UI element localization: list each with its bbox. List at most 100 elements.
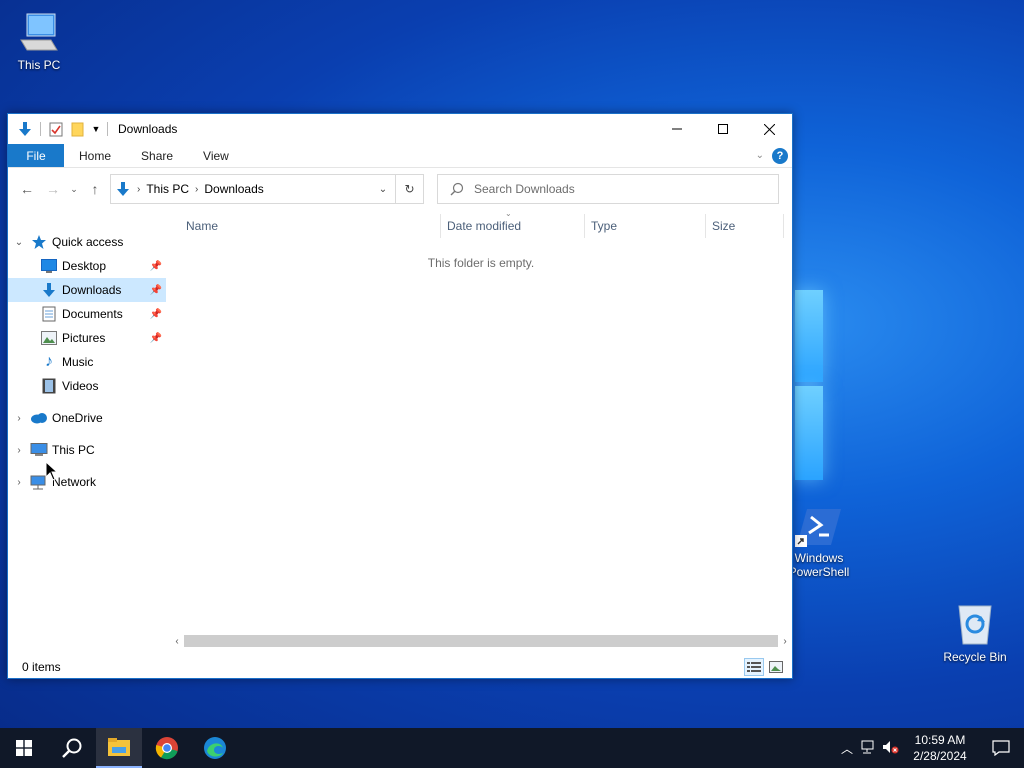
chevron-expanded-icon[interactable]: ⌄ <box>8 237 30 248</box>
windows-start-icon <box>16 740 32 756</box>
pin-icon: 📌 <box>149 284 162 296</box>
breadcrumb-separator[interactable]: › <box>195 184 198 195</box>
star-icon <box>30 234 48 250</box>
tree-item-label: Pictures <box>62 331 106 345</box>
pin-icon: 📌 <box>149 332 162 344</box>
expand-ribbon-button[interactable]: ⌄ <box>756 150 764 161</box>
music-icon: ♪ <box>45 353 53 370</box>
breadcrumb-separator[interactable]: › <box>137 184 140 195</box>
download-arrow-icon <box>40 282 58 298</box>
ribbon-tab-file[interactable]: File <box>8 144 64 167</box>
scroll-left-button[interactable]: ‹ <box>170 636 184 647</box>
ribbon-tab-home[interactable]: Home <box>64 144 126 167</box>
desktop-icon <box>40 258 58 274</box>
tree-item-onedrive[interactable]: › OneDrive <box>8 406 166 430</box>
tree-item-label: Quick access <box>52 235 124 249</box>
ribbon-tab-view[interactable]: View <box>188 144 244 167</box>
file-explorer-icon <box>108 738 130 756</box>
scrollbar-thumb[interactable] <box>184 635 778 647</box>
column-header-name[interactable]: Name <box>166 214 441 238</box>
pin-icon: 📌 <box>149 308 162 320</box>
maximize-button[interactable] <box>700 114 746 144</box>
tree-item-label: Documents <box>62 307 123 321</box>
quick-access-new-folder-button[interactable] <box>67 118 89 140</box>
taskbar-file-explorer[interactable] <box>96 728 142 768</box>
large-icons-view-icon <box>769 661 783 673</box>
powershell-icon <box>795 509 841 547</box>
forward-button[interactable]: → <box>40 175 66 203</box>
search-box[interactable] <box>437 174 779 204</box>
video-icon <box>40 378 58 394</box>
start-button[interactable] <box>0 728 48 768</box>
show-hidden-icons-button[interactable]: ︿ <box>836 740 858 757</box>
back-button[interactable]: ← <box>14 175 40 203</box>
tree-item-music[interactable]: ♪ Music <box>8 350 166 374</box>
arrow-left-icon: ← <box>20 181 34 197</box>
ribbon-tab-share[interactable]: Share <box>126 144 188 167</box>
tree-item-quick-access[interactable]: ⌄ Quick access <box>8 230 166 254</box>
refresh-button[interactable]: ↻ <box>396 174 424 204</box>
network-status-icon[interactable] <box>858 740 880 757</box>
tree-item-this-pc[interactable]: › This PC <box>8 438 166 462</box>
chevron-up-icon: ︿ <box>840 741 853 756</box>
sort-indicator-icon: ⌄ <box>505 209 512 218</box>
quick-access-properties-button[interactable] <box>45 118 67 140</box>
tree-item-downloads[interactable]: Downloads 📌 <box>8 278 166 302</box>
address-bar[interactable]: › This PC › Downloads ⌄ <box>110 174 396 204</box>
tree-item-label: Downloads <box>62 283 122 297</box>
help-icon[interactable]: ? <box>772 147 788 164</box>
column-header-size[interactable]: Size <box>706 214 784 238</box>
arrow-right-icon: → <box>46 181 60 197</box>
tree-item-desktop[interactable]: Desktop 📌 <box>8 254 166 278</box>
column-header-type[interactable]: Type <box>585 214 706 238</box>
taskbar-chrome[interactable] <box>142 728 192 768</box>
recent-locations-button[interactable]: ⌄ <box>66 175 82 203</box>
clock[interactable]: 10:59 AM 2/28/2024 <box>902 732 978 764</box>
up-button[interactable]: ↑ <box>82 175 108 203</box>
tree-item-network[interactable]: › Network <box>8 470 166 494</box>
onedrive-icon <box>30 410 48 426</box>
item-count: 0 items <box>22 660 61 674</box>
chrome-icon <box>155 737 178 760</box>
tree-item-pictures[interactable]: Pictures 📌 <box>8 326 166 350</box>
ribbon-tabs: File Home Share View ⌄ ? <box>8 144 792 168</box>
breadcrumb-downloads[interactable]: Downloads <box>204 182 263 196</box>
tree-item-videos[interactable]: Videos <box>8 374 166 398</box>
quick-access-download-button[interactable] <box>14 118 36 140</box>
chevron-right-icon[interactable]: › <box>8 445 30 456</box>
close-button[interactable] <box>746 114 792 144</box>
taskbar: ︿ 10:59 AM 2/28/2024 <box>0 728 1024 768</box>
clock-date: 2/28/2024 <box>913 749 967 763</box>
desktop-icon-recycle-bin[interactable]: Recycle Bin <box>937 602 1013 664</box>
large-icons-view-button[interactable] <box>766 658 786 676</box>
search-input[interactable] <box>474 182 774 196</box>
desktop-icon-label: This PC <box>17 58 61 72</box>
desktop-icon-this-pc[interactable]: This PC <box>1 10 77 72</box>
document-icon <box>40 306 58 322</box>
separator <box>40 122 41 136</box>
status-bar: 0 items <box>8 656 792 678</box>
minimize-button[interactable] <box>654 114 700 144</box>
scroll-right-button[interactable]: › <box>778 636 792 647</box>
horizontal-scrollbar[interactable]: ‹ › <box>170 634 792 648</box>
quick-access-customize-button[interactable]: ▼ <box>89 118 103 140</box>
volume-muted-icon[interactable] <box>880 740 902 757</box>
system-tray: ︿ 10:59 AM 2/28/2024 <box>836 728 1024 768</box>
taskbar-search-button[interactable] <box>48 728 96 768</box>
tree-item-label: OneDrive <box>52 411 103 425</box>
details-view-button[interactable] <box>744 658 764 676</box>
title-bar: ▼ Downloads <box>8 114 792 144</box>
notification-center-button[interactable] <box>978 740 1024 756</box>
tree-item-label: Videos <box>62 379 99 393</box>
chevron-right-icon[interactable]: › <box>8 477 30 488</box>
column-header-date-modified[interactable]: Date modified ⌄ <box>441 209 585 238</box>
address-dropdown-button[interactable]: ⌄ <box>371 184 395 195</box>
taskbar-edge[interactable] <box>192 728 238 768</box>
chevron-right-icon[interactable]: › <box>8 413 30 424</box>
breadcrumb-this-pc[interactable]: This PC <box>146 182 189 196</box>
minimize-icon <box>672 128 682 130</box>
tree-item-documents[interactable]: Documents 📌 <box>8 302 166 326</box>
picture-icon <box>40 330 58 346</box>
file-list[interactable]: Name Date modified ⌄ Type Size This fold… <box>166 209 792 656</box>
desktop-icon-label: Recycle Bin <box>943 650 1007 664</box>
